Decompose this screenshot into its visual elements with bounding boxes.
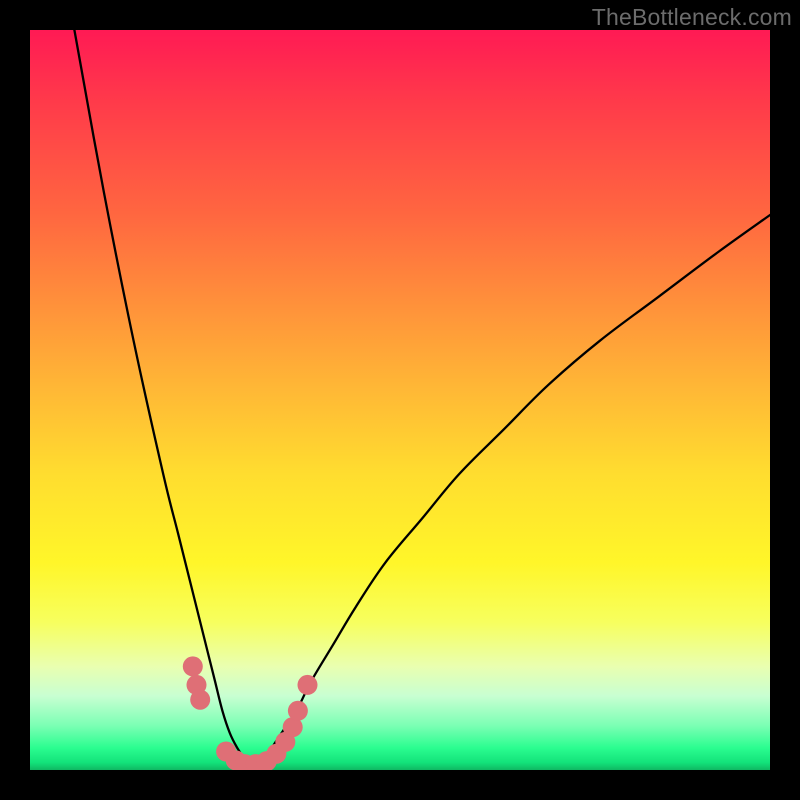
marker-group <box>183 656 318 770</box>
chart-plot-area <box>30 30 770 770</box>
chart-svg <box>30 30 770 770</box>
curve-left-branch <box>74 30 252 766</box>
watermark-text: TheBottleneck.com <box>592 4 792 31</box>
highlight-marker <box>288 701 308 721</box>
highlight-marker <box>298 675 318 695</box>
highlight-marker <box>183 656 203 676</box>
curve-group <box>74 30 770 766</box>
chart-frame: TheBottleneck.com <box>0 0 800 800</box>
highlight-marker <box>190 690 210 710</box>
curve-right-branch <box>252 215 770 766</box>
